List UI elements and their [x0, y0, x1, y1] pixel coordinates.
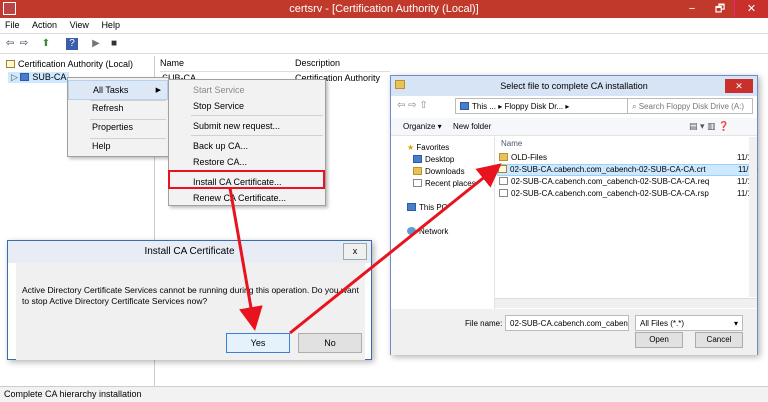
arrow-to-yes	[228, 187, 263, 331]
annotation-arrows	[228, 163, 502, 335]
status-bar: Complete CA hierarchy installation	[0, 386, 768, 402]
arrow-to-crt-file	[289, 163, 502, 335]
